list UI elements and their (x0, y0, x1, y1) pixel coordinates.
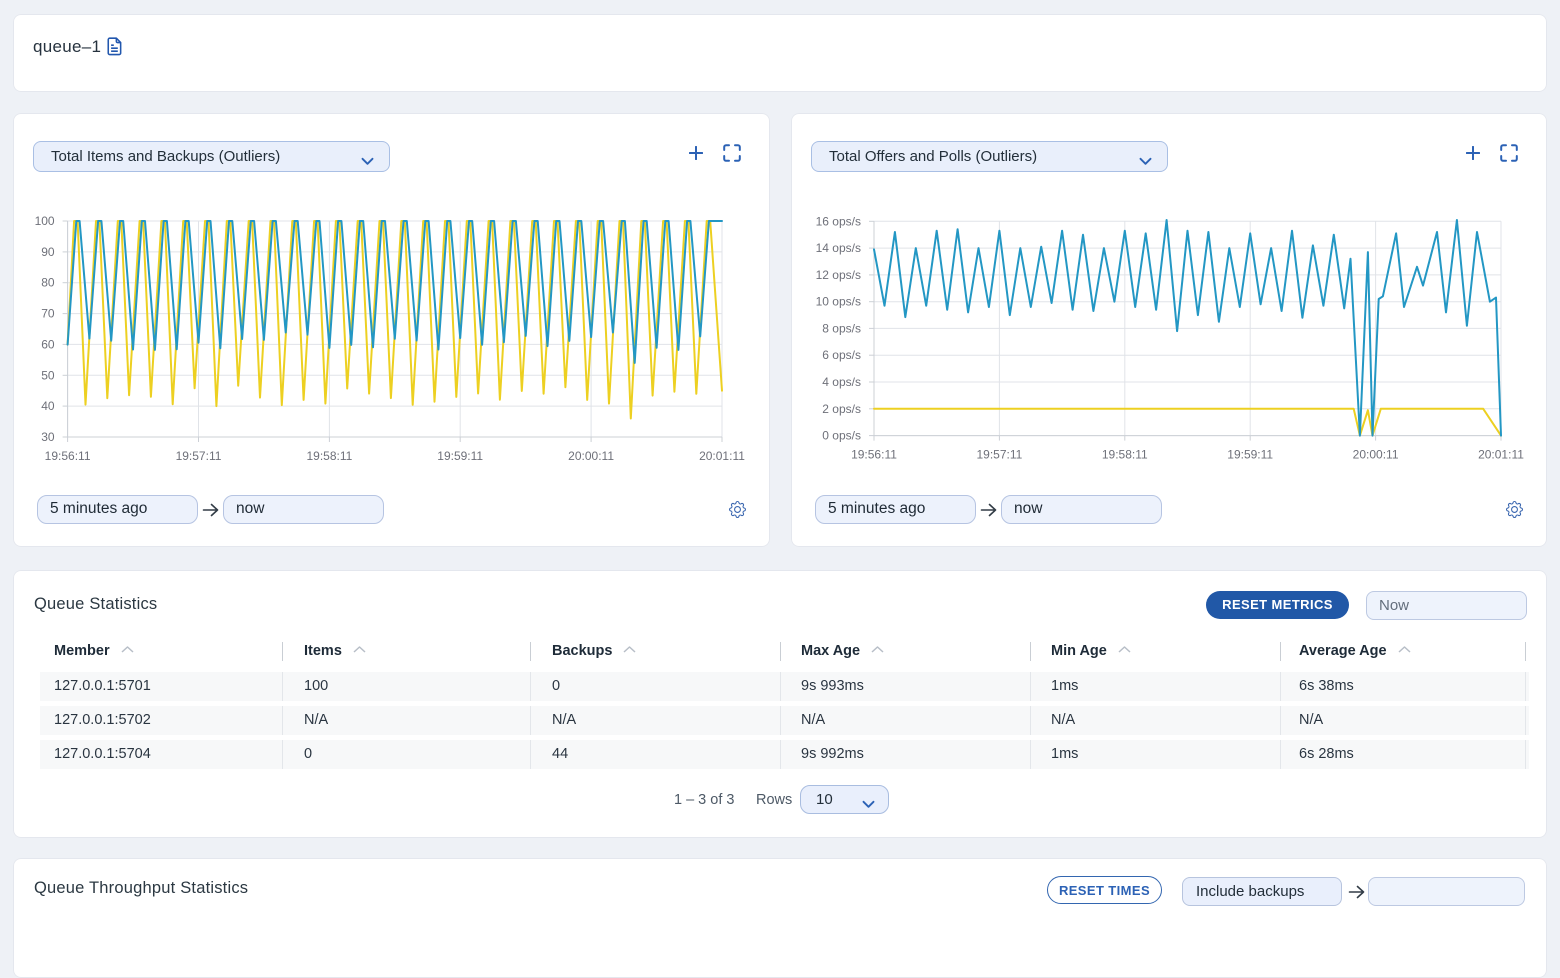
svg-text:20:00:11: 20:00:11 (1353, 448, 1399, 462)
svg-text:19:57:11: 19:57:11 (976, 448, 1022, 462)
svg-text:12 ops/s: 12 ops/s (816, 268, 861, 282)
svg-text:20:00:11: 20:00:11 (568, 449, 614, 463)
svg-text:10 ops/s: 10 ops/s (816, 295, 861, 309)
svg-text:0 ops/s: 0 ops/s (822, 429, 861, 443)
svg-text:4 ops/s: 4 ops/s (822, 375, 861, 389)
svg-text:6 ops/s: 6 ops/s (822, 348, 861, 362)
svg-text:100: 100 (35, 214, 55, 228)
svg-text:2 ops/s: 2 ops/s (822, 402, 861, 416)
svg-text:30: 30 (41, 430, 55, 444)
svg-text:19:58:11: 19:58:11 (306, 449, 352, 463)
svg-text:60: 60 (41, 337, 55, 351)
svg-text:19:56:11: 19:56:11 (45, 449, 91, 463)
svg-text:50: 50 (41, 368, 55, 382)
svg-text:20:01:11: 20:01:11 (699, 449, 745, 463)
svg-text:40: 40 (41, 399, 55, 413)
svg-text:19:59:11: 19:59:11 (437, 449, 483, 463)
svg-text:19:57:11: 19:57:11 (176, 449, 222, 463)
svg-text:19:58:11: 19:58:11 (1102, 448, 1148, 462)
svg-text:80: 80 (41, 276, 55, 290)
svg-text:70: 70 (41, 307, 55, 321)
svg-text:19:56:11: 19:56:11 (851, 448, 897, 462)
svg-text:20:01:11: 20:01:11 (1478, 448, 1524, 462)
svg-text:14 ops/s: 14 ops/s (816, 241, 861, 255)
svg-text:16 ops/s: 16 ops/s (816, 214, 861, 228)
svg-text:19:59:11: 19:59:11 (1227, 448, 1273, 462)
svg-text:90: 90 (41, 245, 55, 259)
svg-text:8 ops/s: 8 ops/s (822, 321, 861, 335)
